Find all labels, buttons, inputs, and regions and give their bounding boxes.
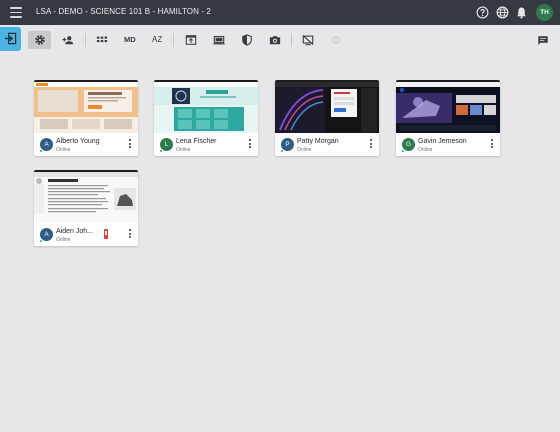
wiki-article-thumbnail [34,172,138,223]
student-name: Alberto Young [56,138,100,145]
screen-thumbnail[interactable] [275,80,379,133]
screen-thumbnail[interactable] [34,170,138,223]
user-avatar[interactable]: TH [536,4,553,21]
globe-icon[interactable] [496,6,509,19]
menu-icon[interactable] [10,7,22,18]
add-student-icon[interactable] [62,34,74,46]
help-icon[interactable] [476,6,489,19]
student-name: Lena Fischer [176,138,217,145]
app-bar: LSA - DEMO - SCIENCE 101 B - HAMILTON - … [0,0,560,25]
login-page-thumbnail [275,82,379,133]
alert-icon[interactable] [104,229,108,239]
toolbar-divider [173,33,174,47]
student-status: Online [297,147,312,153]
nasa-site-thumbnail [396,82,500,133]
exit-panel-button[interactable] [0,27,21,51]
student-card[interactable]: L Lena Fischer Online [154,80,258,156]
chat-icon[interactable] [537,35,549,47]
student-card[interactable]: A Alberto Young Online [34,80,138,156]
screen-thumbnail[interactable] [396,80,500,133]
sort-button[interactable]: AZ [152,35,162,44]
bell-icon[interactable] [515,6,528,19]
student-name: Gavin Jemeson [418,138,467,145]
moodle-site-thumbnail [34,82,138,133]
student-card[interactable]: G Gavin Jemeson Online [396,80,500,156]
exit-icon [4,32,17,45]
more-options-icon[interactable] [127,139,133,151]
online-indicator [39,149,43,153]
student-status: Online [418,147,433,153]
screen-thumbnail[interactable] [154,80,258,133]
online-indicator [401,149,405,153]
app-title: LSA - DEMO - SCIENCE 101 B - HAMILTON - … [36,7,211,16]
student-status: Online [176,147,191,153]
student-status: Online [56,237,71,243]
thumbnail-size-button[interactable]: MD [124,35,136,44]
online-indicator [159,149,163,153]
more-options-icon[interactable] [127,229,133,241]
do-not-disturb-icon [331,35,341,45]
grid-view-icon[interactable] [96,34,108,46]
more-options-icon[interactable] [489,139,495,151]
shield-icon[interactable] [241,34,253,46]
online-indicator [280,149,284,153]
snapshot-icon[interactable] [269,34,281,46]
gear-icon[interactable] [34,34,46,46]
online-indicator [39,239,43,243]
screen-off-icon[interactable] [302,34,314,46]
more-options-icon[interactable] [247,139,253,151]
student-name: Aiden Joh... [56,228,93,235]
student-card[interactable]: P Patty Morgan Online [275,80,379,156]
screen-thumbnail[interactable] [34,80,138,133]
toolbar-divider [291,33,292,47]
more-options-icon[interactable] [368,139,374,151]
open-tab-icon[interactable] [185,34,197,46]
student-card[interactable]: A Aiden Joh... Online [34,170,138,246]
science-site-thumbnail [154,82,258,133]
toolbar-divider [85,33,86,47]
screen-icon[interactable] [213,34,225,46]
student-name: Patty Morgan [297,138,339,145]
student-status: Online [56,147,71,153]
